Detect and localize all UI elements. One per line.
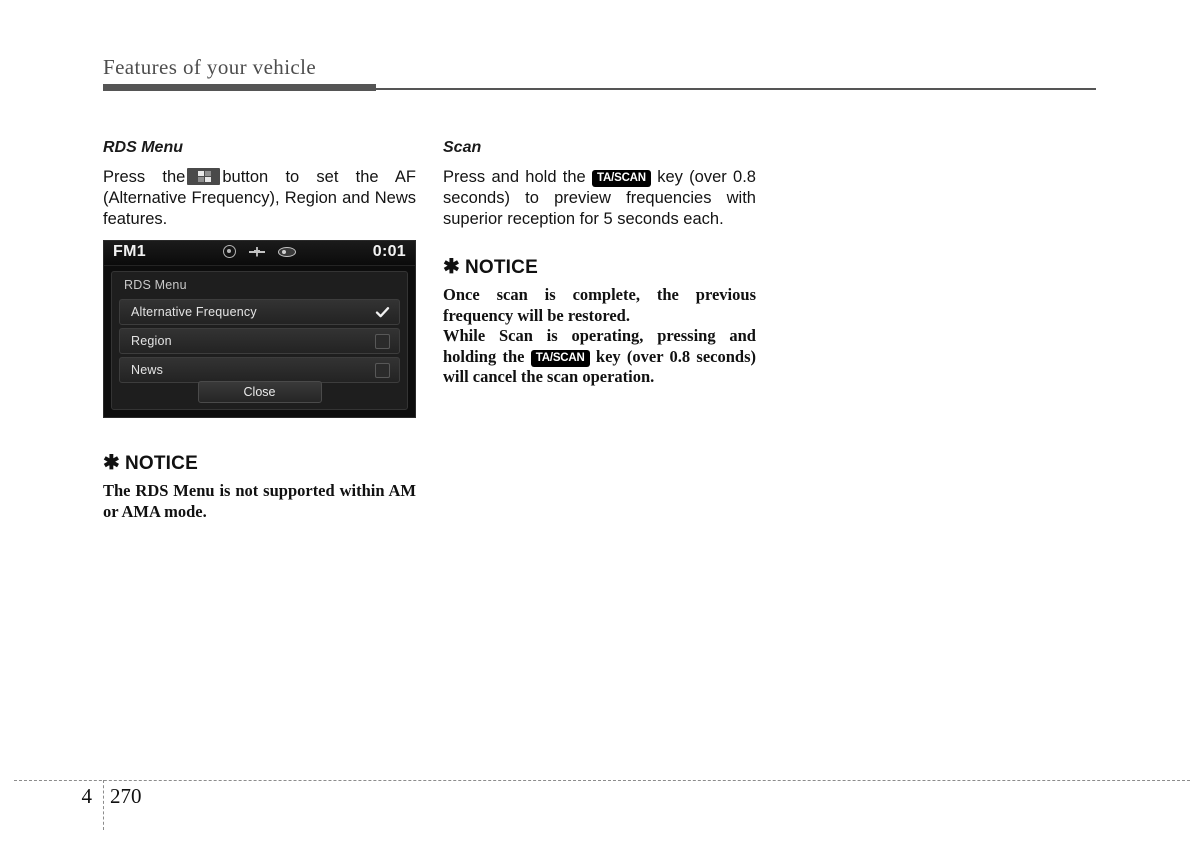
usb-icon: [249, 246, 265, 258]
rds-option-label: News: [131, 363, 164, 377]
page-title: Features of your vehicle: [103, 55, 317, 79]
page-running-header: Features of your vehicle: [103, 54, 1096, 91]
head-unit-status-bar: FM1 0:01: [104, 241, 415, 266]
grid-2x2-button-icon: [187, 168, 221, 185]
rds-option-alternative-frequency[interactable]: Alternative Frequency: [119, 299, 400, 325]
notice-heading: ✱ NOTICE: [443, 256, 756, 279]
notice-body-line-1: Once scan is complete, the previous freq…: [443, 285, 756, 325]
disc-icon: [223, 245, 236, 258]
chapter-number: 4: [81, 784, 93, 808]
notice-body-line-2: While Scan is operating, pressing and ho…: [443, 326, 756, 388]
notice-left: ✱ NOTICE The RDS Menu is not supported wi…: [103, 452, 416, 522]
checkmark-icon[interactable]: [375, 305, 390, 320]
head-unit-display-figure: FM1 0:01 RDS Menu Alternative Frequency …: [103, 240, 416, 418]
left-column: RDS Menu Press the button to set the AF (…: [103, 138, 416, 230]
clock-label: 0:01: [372, 243, 406, 260]
right-column: Scan Press and hold the TA/SCAN key (ove…: [443, 138, 756, 388]
header-rule: [103, 84, 1096, 91]
notice-heading-text: NOTICE: [464, 257, 538, 278]
header-rule-thin-segment: [376, 88, 1096, 90]
rds-paragraph-lead: Press the: [103, 168, 186, 186]
notice-body-line: The RDS Menu is not supported within AM …: [103, 481, 416, 521]
rds-menu-option-list: Alternative Frequency Region News: [119, 299, 400, 386]
page-number: 270: [110, 784, 142, 808]
notice-body: Once scan is complete, the previous freq…: [443, 285, 756, 388]
notice-right: ✱ NOTICE Once scan is complete, the previ…: [443, 256, 756, 388]
section-heading-scan: Scan: [443, 139, 482, 156]
footer-vertical-rule: [103, 780, 104, 830]
section-heading-rds-menu: RDS Menu: [103, 139, 183, 156]
rds-option-news[interactable]: News: [119, 357, 400, 383]
checkbox-empty-icon[interactable]: [375, 334, 390, 349]
ta-scan-key-badge: TA/SCAN: [592, 170, 651, 187]
rds-menu-dialog: RDS Menu Alternative Frequency Region Ne…: [111, 271, 408, 410]
rds-menu-paragraph: Press the button to set the AF (Alternati…: [103, 167, 416, 230]
notice-heading-text: NOTICE: [124, 453, 198, 474]
header-rule-thick-segment: [103, 84, 376, 91]
checkbox-empty-icon[interactable]: [375, 363, 390, 378]
notice-body: The RDS Menu is not supported within AM …: [103, 481, 416, 522]
rds-option-label: Alternative Frequency: [131, 305, 257, 319]
rds-menu-dialog-title: RDS Menu: [124, 278, 187, 292]
rds-option-region[interactable]: Region: [119, 328, 400, 354]
rds-option-label: Region: [131, 334, 172, 348]
scan-paragraph-lead: Press and hold the: [443, 168, 586, 186]
key-fob-icon: [278, 246, 296, 257]
asterisk-icon: ✱: [443, 256, 460, 278]
footer-horizontal-rule: [14, 780, 1190, 781]
left-notice-block: ✱ NOTICE The RDS Menu is not supported wi…: [103, 452, 416, 522]
notice-heading: ✱ NOTICE: [103, 452, 416, 475]
status-icon-group: [223, 245, 296, 258]
scan-paragraph: Press and hold the TA/SCAN key (over 0.8…: [443, 167, 756, 230]
close-button[interactable]: Close: [197, 381, 322, 403]
asterisk-icon: ✱: [103, 452, 120, 474]
ta-scan-key-badge: TA/SCAN: [530, 349, 590, 367]
radio-band-label: FM1: [113, 243, 146, 260]
